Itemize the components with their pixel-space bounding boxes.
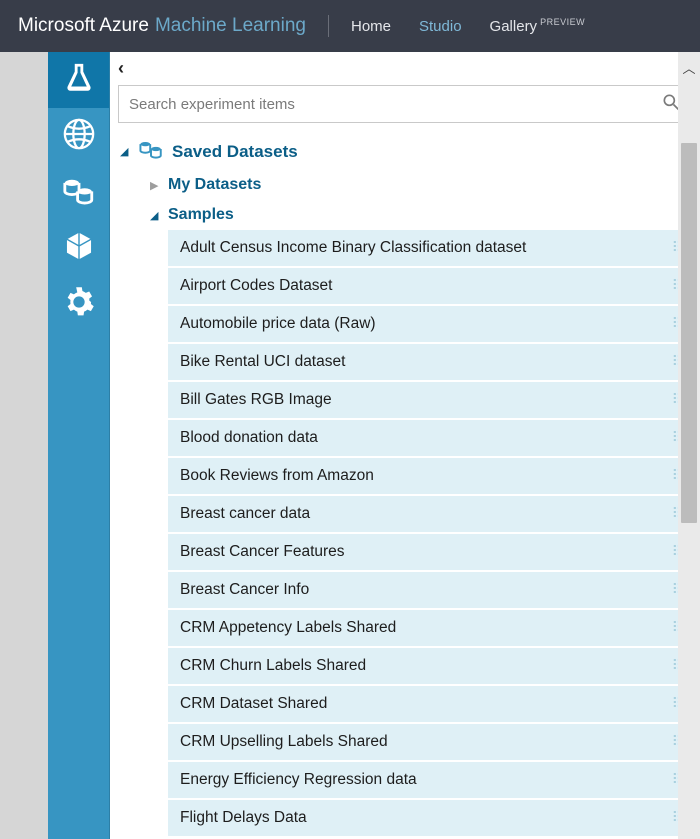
dataset-item[interactable]: Bill Gates RGB Image⠿ (168, 382, 692, 418)
dataset-item[interactable]: CRM Churn Labels Shared⠿ (168, 648, 692, 684)
nav-gallery[interactable]: GalleryPREVIEW (490, 17, 586, 35)
scroll-up-icon[interactable]: ︿ (682, 52, 695, 83)
dataset-item[interactable]: Bike Rental UCI dataset⠿ (168, 344, 692, 380)
dataset-item[interactable]: CRM Upselling Labels Shared⠿ (168, 724, 692, 760)
nav-studio[interactable]: Studio (419, 18, 462, 35)
dataset-item-label: Energy Efficiency Regression data (180, 771, 417, 789)
gear-icon (62, 285, 96, 324)
workspace: ‹ ◢ Saved Datasets (48, 52, 700, 839)
dataset-item-label: Adult Census Income Binary Classificatio… (180, 239, 526, 257)
top-nav: Home Studio GalleryPREVIEW (351, 17, 585, 35)
sidebar-item-datasets[interactable] (48, 164, 109, 220)
dataset-item[interactable]: Flight Delays Data⠿ (168, 800, 692, 836)
dataset-item-label: Bike Rental UCI dataset (180, 353, 345, 371)
tree: ◢ Saved Datasets ▶ My Datasets ◢ (110, 133, 700, 839)
dataset-item-label: Blood donation data (180, 429, 318, 447)
dataset-item-label: CRM Churn Labels Shared (180, 657, 366, 675)
search-input[interactable] (129, 96, 661, 113)
dataset-item-label: Bill Gates RGB Image (180, 391, 332, 409)
sidebar-item-web[interactable] (48, 108, 109, 164)
collapse-panel-icon[interactable]: ‹ (110, 52, 700, 81)
dataset-item[interactable]: Breast Cancer Features⠿ (168, 534, 692, 570)
dataset-item[interactable]: Blood donation data⠿ (168, 420, 692, 456)
search-wrap (110, 81, 700, 133)
dataset-item[interactable]: Breast cancer data⠿ (168, 496, 692, 532)
sidebar-item-experiments[interactable] (48, 52, 109, 108)
dataset-item-label: Airport Codes Dataset (180, 277, 333, 295)
dataset-item-label: Automobile price data (Raw) (180, 315, 376, 333)
dataset-item-label: Breast cancer data (180, 505, 310, 523)
database-icon (138, 139, 164, 164)
dataset-item-label: Flight Delays Data (180, 809, 307, 827)
dataset-list: Adult Census Income Binary Classificatio… (168, 230, 692, 839)
sidebar (48, 52, 110, 839)
dataset-item-label: Breast Cancer Info (180, 581, 309, 599)
dataset-item-label: CRM Upselling Labels Shared (180, 733, 388, 751)
caret-down-icon[interactable]: ◢ (120, 145, 130, 158)
globe-icon (62, 117, 96, 156)
caret-down-icon[interactable]: ◢ (150, 209, 160, 222)
database-icon (62, 173, 96, 212)
tree-node-saved-datasets[interactable]: ◢ Saved Datasets (120, 133, 700, 170)
beaker-icon (62, 61, 96, 100)
tree-label: Saved Datasets (172, 142, 298, 162)
nav-home[interactable]: Home (351, 18, 391, 35)
sidebar-item-models[interactable] (48, 220, 109, 276)
dataset-item[interactable]: Breast Cancer Info⠿ (168, 572, 692, 608)
dataset-item[interactable]: Adult Census Income Binary Classificatio… (168, 230, 692, 266)
preview-badge: PREVIEW (540, 17, 585, 27)
search-box[interactable] (118, 85, 692, 123)
dataset-item-label: Book Reviews from Amazon (180, 467, 374, 485)
dataset-item-label: CRM Dataset Shared (180, 695, 327, 713)
dataset-item[interactable]: Energy Efficiency Regression data⠿ (168, 762, 692, 798)
dataset-item[interactable]: CRM Dataset Shared⠿ (168, 686, 692, 722)
brand-azure: Microsoft Azure (18, 15, 149, 37)
dataset-item[interactable]: Airport Codes Dataset⠿ (168, 268, 692, 304)
dataset-item[interactable]: CRM Appetency Labels Shared⠿ (168, 610, 692, 646)
brand-ml: Machine Learning (155, 15, 306, 37)
caret-right-icon[interactable]: ▶ (150, 179, 160, 192)
dataset-item[interactable]: Book Reviews from Amazon⠿ (168, 458, 692, 494)
tree-node-my-datasets[interactable]: ▶ My Datasets (150, 170, 700, 200)
top-bar: Microsoft Azure Machine Learning Home St… (0, 0, 700, 52)
tree-label: My Datasets (168, 176, 261, 194)
dataset-item-label: Breast Cancer Features (180, 543, 345, 561)
dataset-item-label: CRM Appetency Labels Shared (180, 619, 396, 637)
scrollbar[interactable]: ︿ (678, 52, 700, 839)
sidebar-item-settings[interactable] (48, 276, 109, 332)
main-panel: ‹ ◢ Saved Datasets (110, 52, 700, 839)
tree-node-samples[interactable]: ◢ Samples (150, 200, 700, 230)
topbar-divider (328, 15, 329, 37)
scroll-thumb[interactable] (681, 143, 697, 523)
dataset-item[interactable]: Automobile price data (Raw)⠿ (168, 306, 692, 342)
tree-label: Samples (168, 206, 234, 224)
cube-icon (62, 229, 96, 268)
scroll-track[interactable] (678, 83, 700, 839)
